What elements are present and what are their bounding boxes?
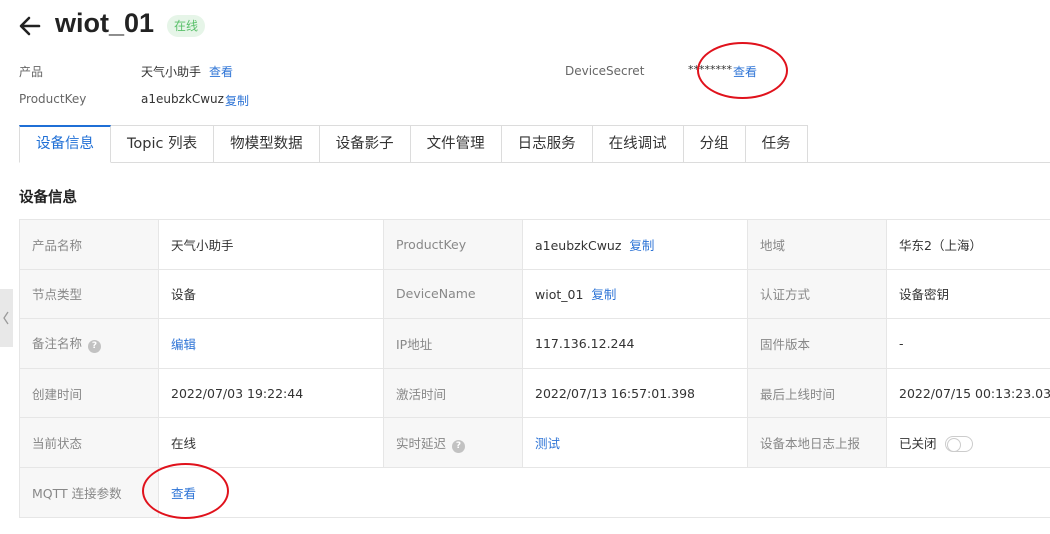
productkey-label: ProductKey: [19, 92, 87, 106]
devicesecret-label: DeviceSecret: [565, 64, 645, 78]
remark-name-label: 备注名称: [32, 336, 83, 352]
remark-name-value-cell: 编辑: [158, 318, 384, 369]
created-time-value: 2022/07/03 19:22:44: [158, 367, 384, 419]
activated-time-label: 激活时间: [383, 367, 523, 419]
section-title: 设备信息: [19, 190, 77, 206]
chevron-left-icon: [3, 311, 9, 325]
node-type-value: 设备: [158, 268, 384, 320]
auth-method-label: 认证方式: [747, 268, 887, 320]
last-online-label: 最后上线时间: [747, 367, 887, 419]
latency-value-cell: 测试: [522, 417, 748, 468]
tab-divider: [787, 162, 1050, 163]
local-log-label: 设备本地日志上报: [747, 417, 887, 468]
productkey-value: a1eubzkCwuz: [141, 92, 224, 106]
sidebar-collapse-handle[interactable]: [0, 289, 13, 347]
ip-value: 117.136.12.244: [522, 318, 748, 369]
mqtt-params-value-cell: 查看: [158, 466, 1050, 518]
tab-groups[interactable]: 分组: [683, 125, 746, 163]
table-row: 备注名称? 编辑 IP地址 117.136.12.244 固件版本 -: [19, 318, 1050, 369]
table-row: 当前状态 在线 实时延迟? 测试 设备本地日志上报 已关闭: [19, 417, 1050, 468]
annotation-circle-mqtt: [142, 463, 229, 519]
devicename-copy-link[interactable]: 复制: [591, 287, 616, 302]
latency-test-link[interactable]: 测试: [535, 436, 560, 451]
annotation-circle-devicesecret: [697, 42, 788, 99]
product-label: 产品: [19, 65, 44, 79]
local-log-value: 已关闭: [899, 436, 937, 452]
devicename-cell: wiot_01 复制: [522, 268, 748, 320]
product-view-link[interactable]: 查看: [209, 63, 233, 80]
product-name-label: 产品名称: [19, 219, 159, 270]
productkey-copy-link[interactable]: 复制: [225, 92, 249, 109]
remark-name-cell: 备注名称?: [19, 318, 159, 369]
activated-time-value: 2022/07/13 16:57:01.398: [522, 367, 748, 419]
productkey-cell-label: ProductKey: [383, 219, 523, 270]
tab-thing-model-data[interactable]: 物模型数据: [214, 125, 320, 163]
firmware-value: -: [886, 318, 1050, 369]
region-value: 华东2（上海）: [886, 219, 1050, 270]
auth-method-value: 设备密钥: [886, 268, 1050, 320]
tab-log-service[interactable]: 日志服务: [501, 125, 593, 163]
product-name-value: 天气小助手: [158, 219, 384, 270]
current-state-value: 在线: [158, 417, 384, 468]
productkey-cell: a1eubzkCwuz 复制: [522, 219, 748, 270]
local-log-toggle[interactable]: [944, 436, 973, 453]
table-row: 节点类型 设备 DeviceName wiot_01 复制 认证方式 设备密钥: [19, 268, 1050, 320]
created-time-label: 创建时间: [19, 367, 159, 419]
mqtt-params-label: MQTT 连接参数: [19, 466, 159, 518]
remark-edit-link[interactable]: 编辑: [171, 337, 196, 352]
productkey-cell-value: a1eubzkCwuz: [535, 237, 622, 253]
page-title: wiot_01: [55, 8, 155, 38]
last-online-value: 2022/07/15 00:13:23.038: [886, 367, 1050, 419]
latency-cell: 实时延迟?: [383, 417, 523, 468]
region-label: 地域: [747, 219, 887, 270]
latency-label: 实时延迟: [396, 435, 447, 451]
table-row: 产品名称 天气小助手 ProductKey a1eubzkCwuz 复制 地域 …: [19, 219, 1050, 270]
tab-device-shadow[interactable]: 设备影子: [319, 125, 411, 163]
table-row: 创建时间 2022/07/03 19:22:44 激活时间 2022/07/13…: [19, 367, 1050, 419]
status-badge: 在线: [167, 15, 206, 37]
arrow-left-icon[interactable]: [18, 14, 42, 38]
current-state-label: 当前状态: [19, 417, 159, 468]
ip-label: IP地址: [383, 318, 523, 369]
devicename-value: wiot_01: [535, 287, 584, 303]
question-circle-icon[interactable]: ?: [88, 340, 102, 354]
tab-file-management[interactable]: 文件管理: [410, 125, 502, 163]
productkey-cell-copy-link[interactable]: 复制: [629, 238, 654, 253]
product-value: 天气小助手: [141, 65, 202, 79]
local-log-cell: 已关闭: [886, 417, 1050, 468]
firmware-label: 固件版本: [747, 318, 887, 369]
tab-online-debug[interactable]: 在线调试: [592, 125, 684, 163]
device-detail-page: wiot_01 在线 产品 天气小助手 查看 ProductKey a1eubz…: [0, 0, 1050, 534]
node-type-label: 节点类型: [19, 268, 159, 320]
tab-topic-list[interactable]: Topic 列表: [111, 125, 215, 163]
devicename-label: DeviceName: [383, 268, 523, 320]
tab-tasks[interactable]: 任务: [745, 125, 808, 163]
tab-device-info[interactable]: 设备信息: [19, 125, 111, 163]
question-circle-icon[interactable]: ?: [452, 439, 466, 453]
device-tabs: 设备信息 Topic 列表 物模型数据 设备影子 文件管理 日志服务 在线调试 …: [19, 125, 808, 163]
